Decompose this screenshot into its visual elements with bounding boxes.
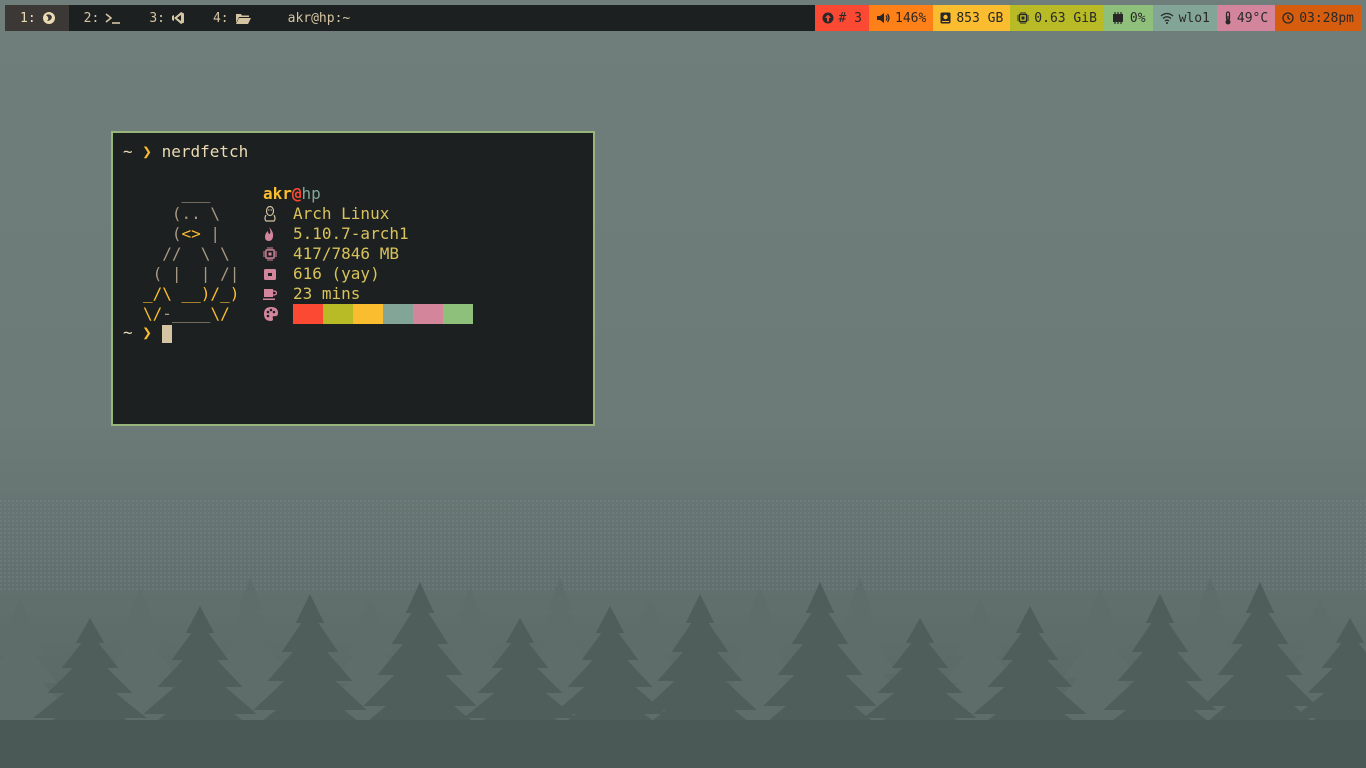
thermometer-icon [1225, 11, 1231, 25]
system-info: akr @ hp Arch Linux 5.10.7-arch1 417/7846 … [263, 184, 473, 324]
terminal-icon [105, 11, 121, 25]
color-swatch [353, 304, 363, 324]
volume-segment[interactable]: 146% [869, 5, 934, 31]
chip-icon [263, 247, 293, 261]
arrow-up-circle-icon [822, 12, 834, 24]
color-swatch [433, 304, 443, 324]
workspace-2-number: 2: [83, 10, 100, 26]
color-swatch [393, 304, 403, 324]
username: akr [263, 184, 292, 203]
hostname: hp [301, 184, 321, 203]
top-bar: 1: 2: 3: 4: akr@hp:~ # 3 146% 853 GB 0.6… [5, 5, 1361, 31]
wifi-icon [1160, 12, 1173, 24]
workspace-4[interactable]: 4: [198, 5, 264, 31]
cpu-segment[interactable]: 0% [1103, 5, 1153, 31]
workspace-4-number: 4: [212, 10, 229, 26]
workspace-3-number: 3: [149, 10, 165, 26]
prompt-arrow: ❯ [142, 142, 152, 161]
color-swatch [363, 304, 373, 324]
memory-usage: 417/7846 MB [293, 244, 399, 263]
prompt-line: ~ ❯ [123, 323, 172, 343]
command-text: nerdfetch [161, 142, 249, 161]
workspace-1-number: 1: [20, 10, 36, 26]
temp-segment[interactable]: 49°C [1216, 5, 1276, 31]
uptime: 23 mins [293, 284, 361, 303]
workspace-2[interactable]: 2: [69, 5, 135, 31]
color-swatch [303, 304, 313, 324]
color-swatch [343, 304, 353, 324]
kernel-version: 5.10.7-arch1 [293, 224, 409, 243]
color-swatch [413, 304, 423, 324]
cpu-usage: 0% [1129, 10, 1146, 26]
os-name: Arch Linux [293, 204, 390, 223]
volume-level: 146% [895, 10, 927, 26]
ascii-logo: ___ (.. \ (<> | // \ \ ( | | /| _/\ __)/… [143, 184, 240, 323]
command-line: ~ ❯ nerdfetch [123, 142, 248, 162]
updates-segment[interactable]: # 3 [814, 5, 870, 31]
terminal-window[interactable]: ~ ❯ nerdfetch ___ (.. \ (<> | // \ \ ( |… [111, 131, 595, 426]
user-host: akr @ hp [263, 184, 473, 204]
hdd-icon [940, 12, 951, 24]
package-count: 616 (yay) [293, 264, 380, 283]
wifi-segment[interactable]: wlo1 [1152, 5, 1217, 31]
wifi-interface: wlo1 [1178, 10, 1210, 26]
color-swatches [293, 304, 473, 324]
color-swatch [373, 304, 383, 324]
color-swatch [313, 304, 323, 324]
cpu-chip-icon [1017, 12, 1030, 24]
text-cursor [161, 324, 172, 343]
memory-row: 417/7846 MB [263, 244, 473, 264]
color-swatch [453, 304, 463, 324]
color-swatch [443, 304, 453, 324]
folder-icon [235, 12, 251, 25]
disk-segment[interactable]: 853 GB [933, 5, 1011, 31]
kernel-row: 5.10.7-arch1 [263, 224, 473, 244]
os-row: Arch Linux [263, 204, 473, 224]
memory-icon [1112, 12, 1123, 24]
color-swatch [463, 304, 473, 324]
packages-row: 616 (yay) [263, 264, 473, 284]
speaker-icon [877, 13, 890, 23]
color-swatch [403, 304, 413, 324]
palette-icon [263, 306, 293, 322]
clock-icon [1282, 12, 1294, 24]
color-swatch [323, 304, 333, 324]
coffee-cup-icon [263, 287, 293, 301]
uptime-row: 23 mins [263, 284, 473, 304]
color-swatch [383, 304, 393, 324]
clock-segment[interactable]: 03:28pm [1275, 5, 1361, 31]
workspace-3[interactable]: 3: [134, 5, 198, 31]
prompt-tilde: ~ [123, 142, 133, 161]
package-box-icon [263, 267, 293, 281]
kernel-flame-icon [263, 226, 293, 242]
memory-segment[interactable]: 0.63 GiB [1010, 5, 1104, 31]
firefox-icon [42, 11, 56, 25]
at-sign: @ [291, 184, 302, 203]
window-title: akr@hp:~ [287, 10, 351, 26]
colors-row [263, 304, 473, 324]
linux-tux-icon [263, 206, 293, 222]
cpu-temperature: 49°C [1236, 10, 1269, 26]
workspace-1[interactable]: 1: [5, 5, 69, 31]
vscode-icon [171, 11, 185, 25]
disk-free: 853 GB [956, 10, 1004, 26]
color-swatch [293, 304, 303, 324]
updates-count: # 3 [838, 10, 863, 26]
color-swatch [423, 304, 433, 324]
color-swatch [333, 304, 343, 324]
memory-used: 0.63 GiB [1034, 10, 1097, 26]
clock-time: 03:28pm [1299, 10, 1354, 26]
